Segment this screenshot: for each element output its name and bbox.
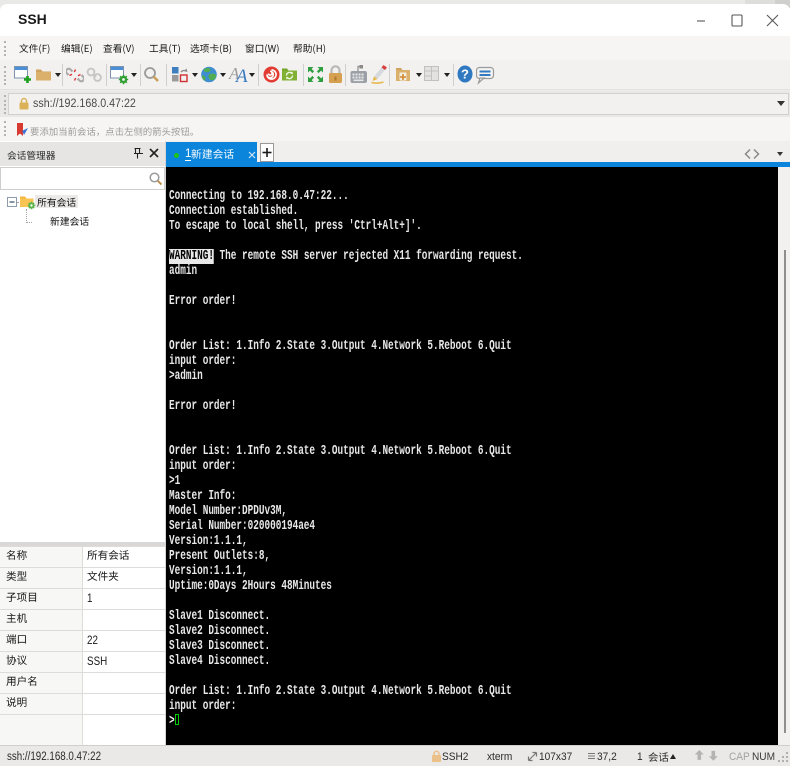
svg-text:?: ? xyxy=(461,67,469,82)
